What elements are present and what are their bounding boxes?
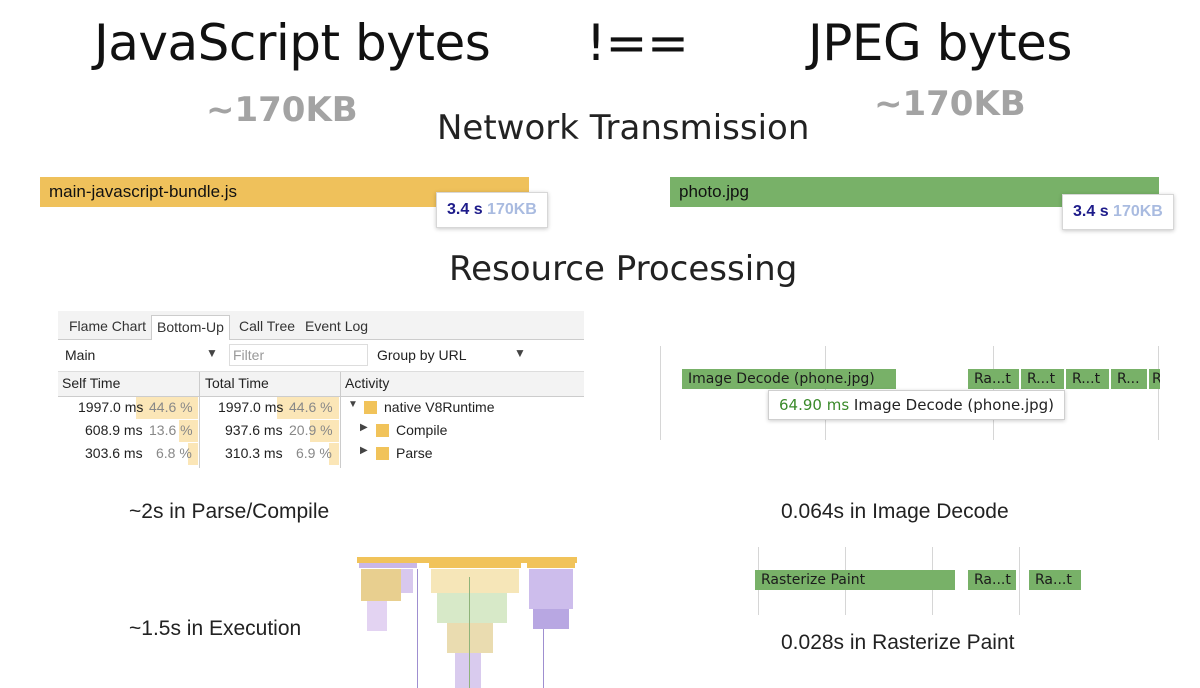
self-time-ms: 1997.0 ms <box>78 399 144 415</box>
jpeg-network-tooltip: 3.4 s 170KB <box>1062 194 1174 230</box>
devtools-toolbar: Main ▼ Filter Group by URL ▼ <box>58 340 584 372</box>
chevron-down-icon: ▼ <box>514 346 526 360</box>
self-time-pct: 44.6 % <box>149 399 193 415</box>
category-color-swatch <box>376 424 389 437</box>
js-network-size: 170KB <box>487 201 537 218</box>
collapsed-arrow-icon[interactable]: ▶ <box>360 422 368 433</box>
tab-event-log[interactable]: Event Log <box>300 315 373 339</box>
group-by-value: Group by URL <box>377 347 467 363</box>
activity-name: native V8Runtime <box>384 399 495 415</box>
rasterize-bar-small[interactable]: Ra...t <box>968 369 1019 389</box>
flame-frame <box>401 569 413 593</box>
image-decode-tooltip: 64.90 ms Image Decode (phone.jpg) <box>768 390 1066 420</box>
rasterize-caption: 0.028s in Rasterize Paint <box>781 631 1015 654</box>
image-decode-caption: 0.064s in Image Decode <box>781 500 1009 523</box>
tab-flame-chart[interactable]: Flame Chart <box>64 315 151 339</box>
flame-frame <box>543 629 544 688</box>
jpeg-network-filename: photo.jpg <box>679 182 749 201</box>
total-time-pct: 44.6 % <box>289 399 333 415</box>
rasterize-bar-small[interactable]: Ra...t <box>1029 570 1081 590</box>
headline-not-equal-operator: !== <box>586 14 689 72</box>
self-time-ms: 303.6 ms <box>85 445 143 461</box>
total-time-ms: 937.6 ms <box>225 422 283 438</box>
js-network-tooltip: 3.4 s 170KB <box>436 192 548 228</box>
group-by-select[interactable]: Group by URL ▼ <box>372 340 532 370</box>
timeline-grid-line <box>1019 547 1020 615</box>
execution-flame-chart-thumbnail <box>357 557 577 688</box>
image-decode-tooltip-label: Image Decode (phone.jpg) <box>853 396 1055 414</box>
table-row[interactable]: 1997.0 ms 44.6 % 1997.0 ms 44.6 % ▼ nati… <box>58 397 584 419</box>
total-time-pct: 20.9 % <box>289 422 333 438</box>
resource-processing-heading: Resource Processing <box>449 249 798 289</box>
flame-frame <box>533 609 569 629</box>
image-decode-bar[interactable]: Image Decode (phone.jpg) <box>682 369 896 389</box>
total-time-pct: 6.9 % <box>296 445 332 461</box>
js-size-label: ~170KB <box>206 90 358 130</box>
category-color-swatch <box>364 401 377 414</box>
headline-jpeg-bytes: JPEG bytes <box>808 14 1072 72</box>
table-row[interactable]: 303.6 ms 6.8 % 310.3 ms 6.9 % ▶ Parse <box>58 443 584 465</box>
rasterize-bar-small[interactable]: R...t <box>1066 369 1109 389</box>
headline-javascript-bytes: JavaScript bytes <box>94 14 491 72</box>
rasterize-bar-small[interactable]: R <box>1149 369 1160 389</box>
flame-frame <box>429 563 521 568</box>
rasterize-bar-small[interactable]: R...t <box>1021 369 1064 389</box>
self-time-ms: 608.9 ms <box>85 422 143 438</box>
timeline-grid-line <box>660 346 661 440</box>
activity-name: Parse <box>396 445 433 461</box>
devtools-tab-bar: Flame Chart Bottom-Up Call Tree Event Lo… <box>58 311 584 340</box>
chevron-down-icon: ▼ <box>206 346 218 360</box>
js-network-filename: main-javascript-bundle.js <box>49 182 238 201</box>
thread-select-value: Main <box>65 347 96 363</box>
flame-frame <box>455 653 481 688</box>
expanded-arrow-icon[interactable]: ▼ <box>348 399 358 410</box>
table-row[interactable]: 608.9 ms 13.6 % 937.6 ms 20.9 % ▶ Compil… <box>58 420 584 442</box>
flame-frame <box>431 569 519 593</box>
flame-frame <box>469 577 470 688</box>
jpeg-network-size: 170KB <box>1113 203 1163 220</box>
flame-frame <box>447 623 493 653</box>
network-transmission-heading: Network Transmission <box>437 108 810 148</box>
column-self-time[interactable]: Self Time <box>62 375 120 391</box>
column-total-time[interactable]: Total Time <box>205 375 269 391</box>
total-time-ms: 1997.0 ms <box>218 399 284 415</box>
self-time-pct: 13.6 % <box>149 422 193 438</box>
devtools-column-header: Self Time Total Time Activity <box>58 372 584 397</box>
flame-frame <box>367 601 387 631</box>
js-network-time: 3.4 s <box>447 201 483 218</box>
rasterize-bar-small[interactable]: R... <box>1111 369 1147 389</box>
flame-frame <box>361 569 401 601</box>
flame-frame <box>359 563 417 568</box>
jpeg-network-time: 3.4 s <box>1073 203 1109 220</box>
total-time-ms: 310.3 ms <box>225 445 283 461</box>
image-decode-duration: 64.90 ms <box>779 396 850 414</box>
activity-name: Compile <box>396 422 448 438</box>
parse-compile-caption: ~2s in Parse/Compile <box>129 500 330 523</box>
flame-frame <box>529 569 573 609</box>
filter-placeholder: Filter <box>233 347 265 363</box>
jpeg-size-label: ~170KB <box>874 84 1026 124</box>
tab-call-tree[interactable]: Call Tree <box>234 315 300 339</box>
execution-caption: ~1.5s in Execution <box>129 617 302 640</box>
filter-input[interactable]: Filter <box>229 344 368 366</box>
flame-frame <box>437 593 507 623</box>
rasterize-bar-small[interactable]: Ra...t <box>968 570 1016 590</box>
self-time-pct: 6.8 % <box>156 445 192 461</box>
thread-select[interactable]: Main ▼ <box>58 340 222 370</box>
collapsed-arrow-icon[interactable]: ▶ <box>360 445 368 456</box>
tab-bottom-up[interactable]: Bottom-Up <box>151 315 230 340</box>
flame-frame <box>527 563 575 568</box>
flame-frame <box>417 569 418 688</box>
category-color-swatch <box>376 447 389 460</box>
column-activity[interactable]: Activity <box>345 375 389 391</box>
timeline-grid-line <box>1158 346 1159 440</box>
rasterize-paint-bar[interactable]: Rasterize Paint <box>755 570 955 590</box>
